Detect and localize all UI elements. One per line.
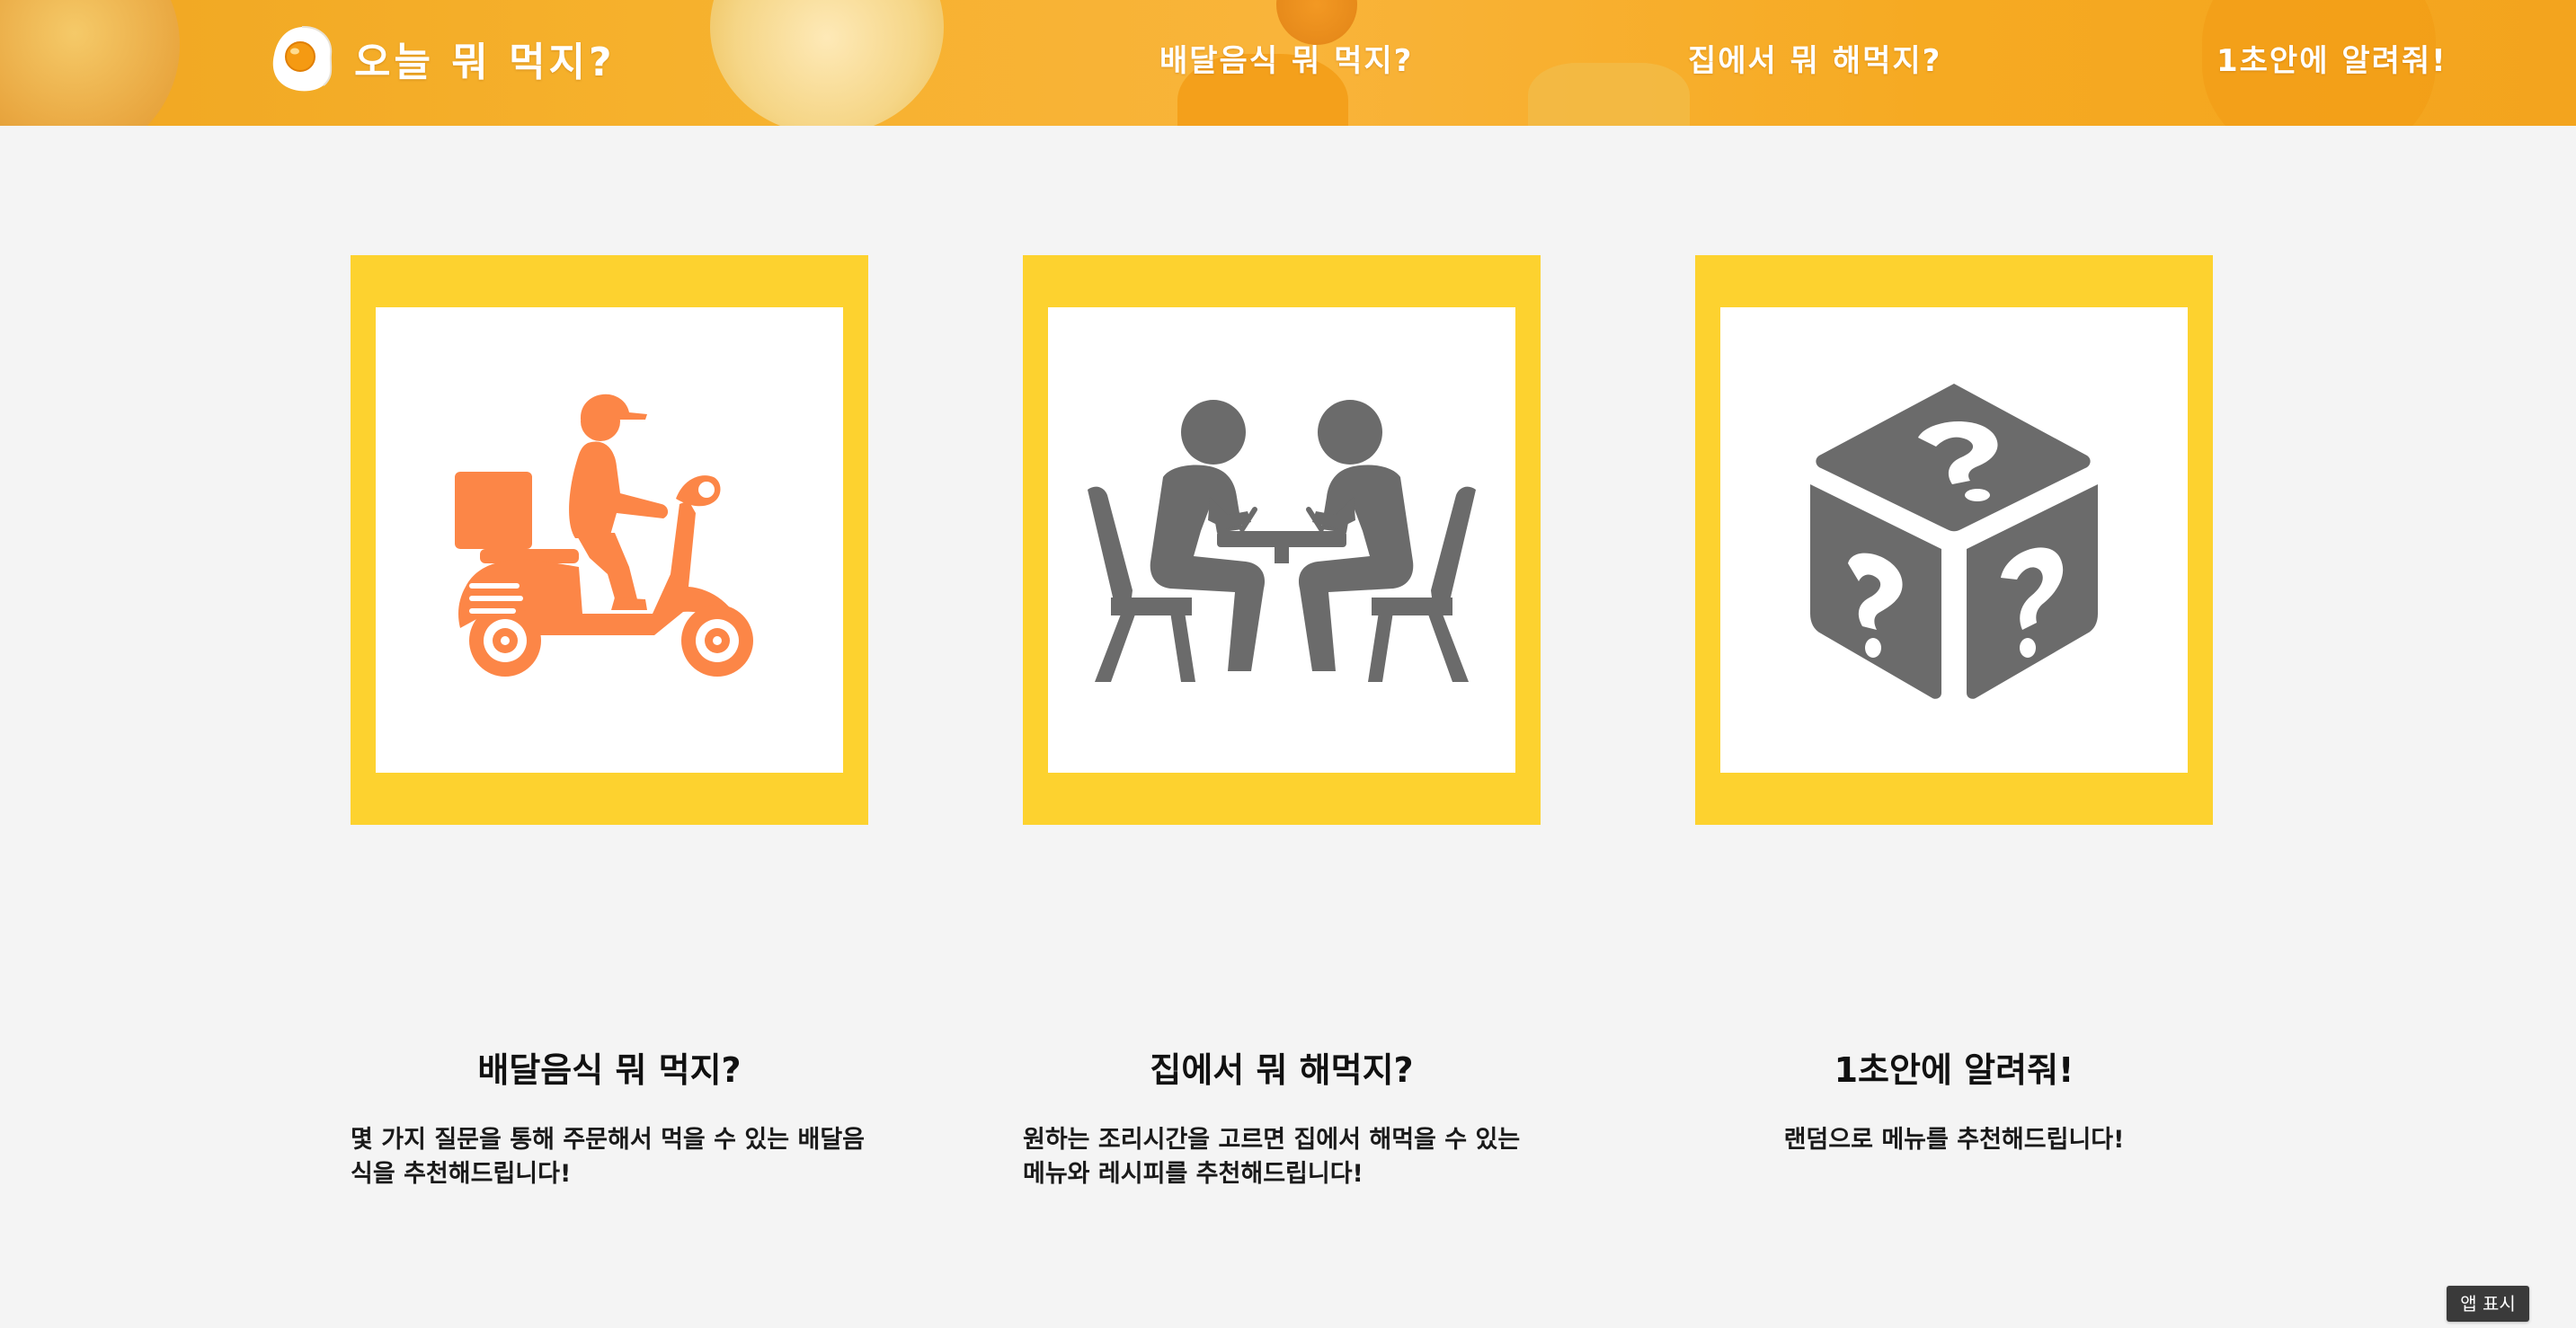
card-title: 1초안에 알려줘! (1834, 1050, 2074, 1090)
header-fruit-decoration (710, 0, 944, 126)
site-logo[interactable]: 오늘 뭐 먹지? (270, 24, 616, 93)
card-image-panel (1048, 307, 1515, 773)
nav-random-menu[interactable]: 1초안에 알려줘! (2216, 36, 2447, 80)
header-fruit-decoration (1528, 63, 1690, 126)
card-image-panel (1720, 307, 2188, 773)
mystery-cube-icon (1810, 384, 2098, 699)
card-description: 몇 가지 질문을 통해 주문해서 먹을 수 있는 배달음식을 추천해드립니다! (351, 1126, 865, 1188)
card-title: 집에서 뭐 해먹지? (1150, 1050, 1414, 1090)
people-at-table-icon (1088, 400, 1476, 682)
card-title: 배달음식 뭐 먹지? (477, 1050, 742, 1090)
card-delivery-image[interactable] (351, 255, 868, 825)
card-image-panel (376, 307, 843, 773)
card-cook-at-home-image[interactable] (1023, 255, 1541, 825)
card-description: 원하는 조리시간을 고르면 집에서 해먹을 수 있는 메뉴와 레시피를 추천해드… (1023, 1126, 1521, 1188)
show-app-button[interactable]: 앱 표시 (2447, 1286, 2529, 1322)
nav-cook-at-home[interactable]: 집에서 뭐 해먹지? (1688, 36, 1941, 80)
card-random-menu-image[interactable] (1695, 255, 2213, 825)
header-banner: 오늘 뭐 먹지? 배달음식 뭐 먹지? 집에서 뭐 해먹지? 1초안에 알려줘! (0, 0, 2576, 126)
fried-egg-icon (272, 25, 333, 92)
site-title: 오늘 뭐 먹지? (354, 40, 616, 85)
nav-delivery-food[interactable]: 배달음식 뭐 먹지? (1159, 36, 1413, 80)
header-fruit-decoration (0, 0, 180, 126)
delivery-scooter-icon (455, 394, 753, 677)
card-description: 랜덤으로 메뉴를 추천해드립니다! (1783, 1126, 2125, 1154)
